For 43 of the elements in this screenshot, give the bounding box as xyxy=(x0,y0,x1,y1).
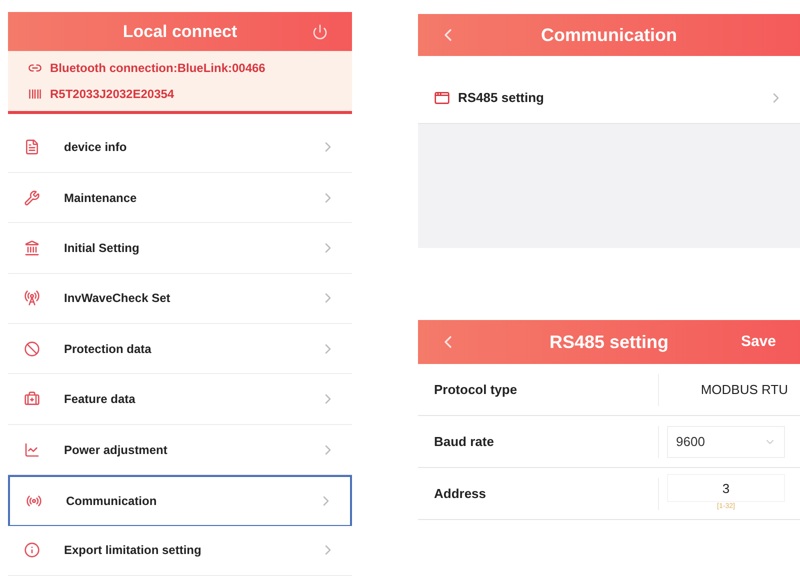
menu-label: Maintenance xyxy=(64,190,138,207)
menu-item[interactable]: Protection data xyxy=(8,324,352,374)
barcode-icon xyxy=(28,87,42,102)
field-value: MODBUS RTU xyxy=(700,380,789,399)
field-label: Protocol type xyxy=(434,380,518,399)
menu-label: Power adjustment xyxy=(64,442,168,459)
field-label: Baud rate xyxy=(434,432,495,451)
menu-label: Initial Setting xyxy=(64,240,140,257)
kit-icon xyxy=(24,391,40,408)
info-icon xyxy=(24,542,40,558)
menu-item[interactable]: Initial Setting xyxy=(8,223,352,274)
screen-title: Local connect xyxy=(122,20,238,43)
menu-label: Communication xyxy=(66,492,158,510)
prohibited-icon xyxy=(24,340,40,357)
tower-icon xyxy=(24,290,40,306)
menu-label: Feature data xyxy=(64,391,136,408)
menu-label: InvWaveCheck Set xyxy=(64,290,172,308)
field-label: Address xyxy=(434,484,488,503)
menu-item[interactable]: Communication xyxy=(8,475,352,526)
chart-icon xyxy=(24,442,40,458)
window-icon xyxy=(434,90,450,106)
menu-item[interactable]: Power adjustment xyxy=(8,424,352,476)
menu-item[interactable]: Maintenance xyxy=(8,172,352,224)
menu-item[interactable]: device info xyxy=(8,122,352,173)
menu-label: Protection data xyxy=(64,340,152,358)
address-input[interactable]: 3 xyxy=(667,474,785,502)
tools-icon xyxy=(24,190,40,206)
screen-title: RS485 setting xyxy=(549,330,669,354)
bluetooth-status: Bluetooth connection:BlueLink:00466 xyxy=(50,60,266,78)
menu-item[interactable]: InvWaveCheck Set xyxy=(8,274,352,324)
baud-rate-dropdown[interactable]: 9600 xyxy=(667,426,785,458)
menu-label: Export limitation setting xyxy=(64,542,202,560)
item-label: RS485 setting xyxy=(458,88,545,107)
document-icon xyxy=(24,139,40,156)
building-icon xyxy=(24,240,40,256)
power-icon[interactable] xyxy=(312,24,328,40)
menu-label: device info xyxy=(64,139,128,156)
menu-item[interactable]: Feature data xyxy=(8,374,352,425)
serial-number: R5T2033J2032E20354 xyxy=(50,86,174,104)
antenna-icon xyxy=(26,492,42,509)
screen-title: Communication xyxy=(540,24,677,46)
settings-item[interactable]: RS485 setting xyxy=(418,72,800,124)
menu-item[interactable]: Export limitation setting xyxy=(8,526,352,576)
